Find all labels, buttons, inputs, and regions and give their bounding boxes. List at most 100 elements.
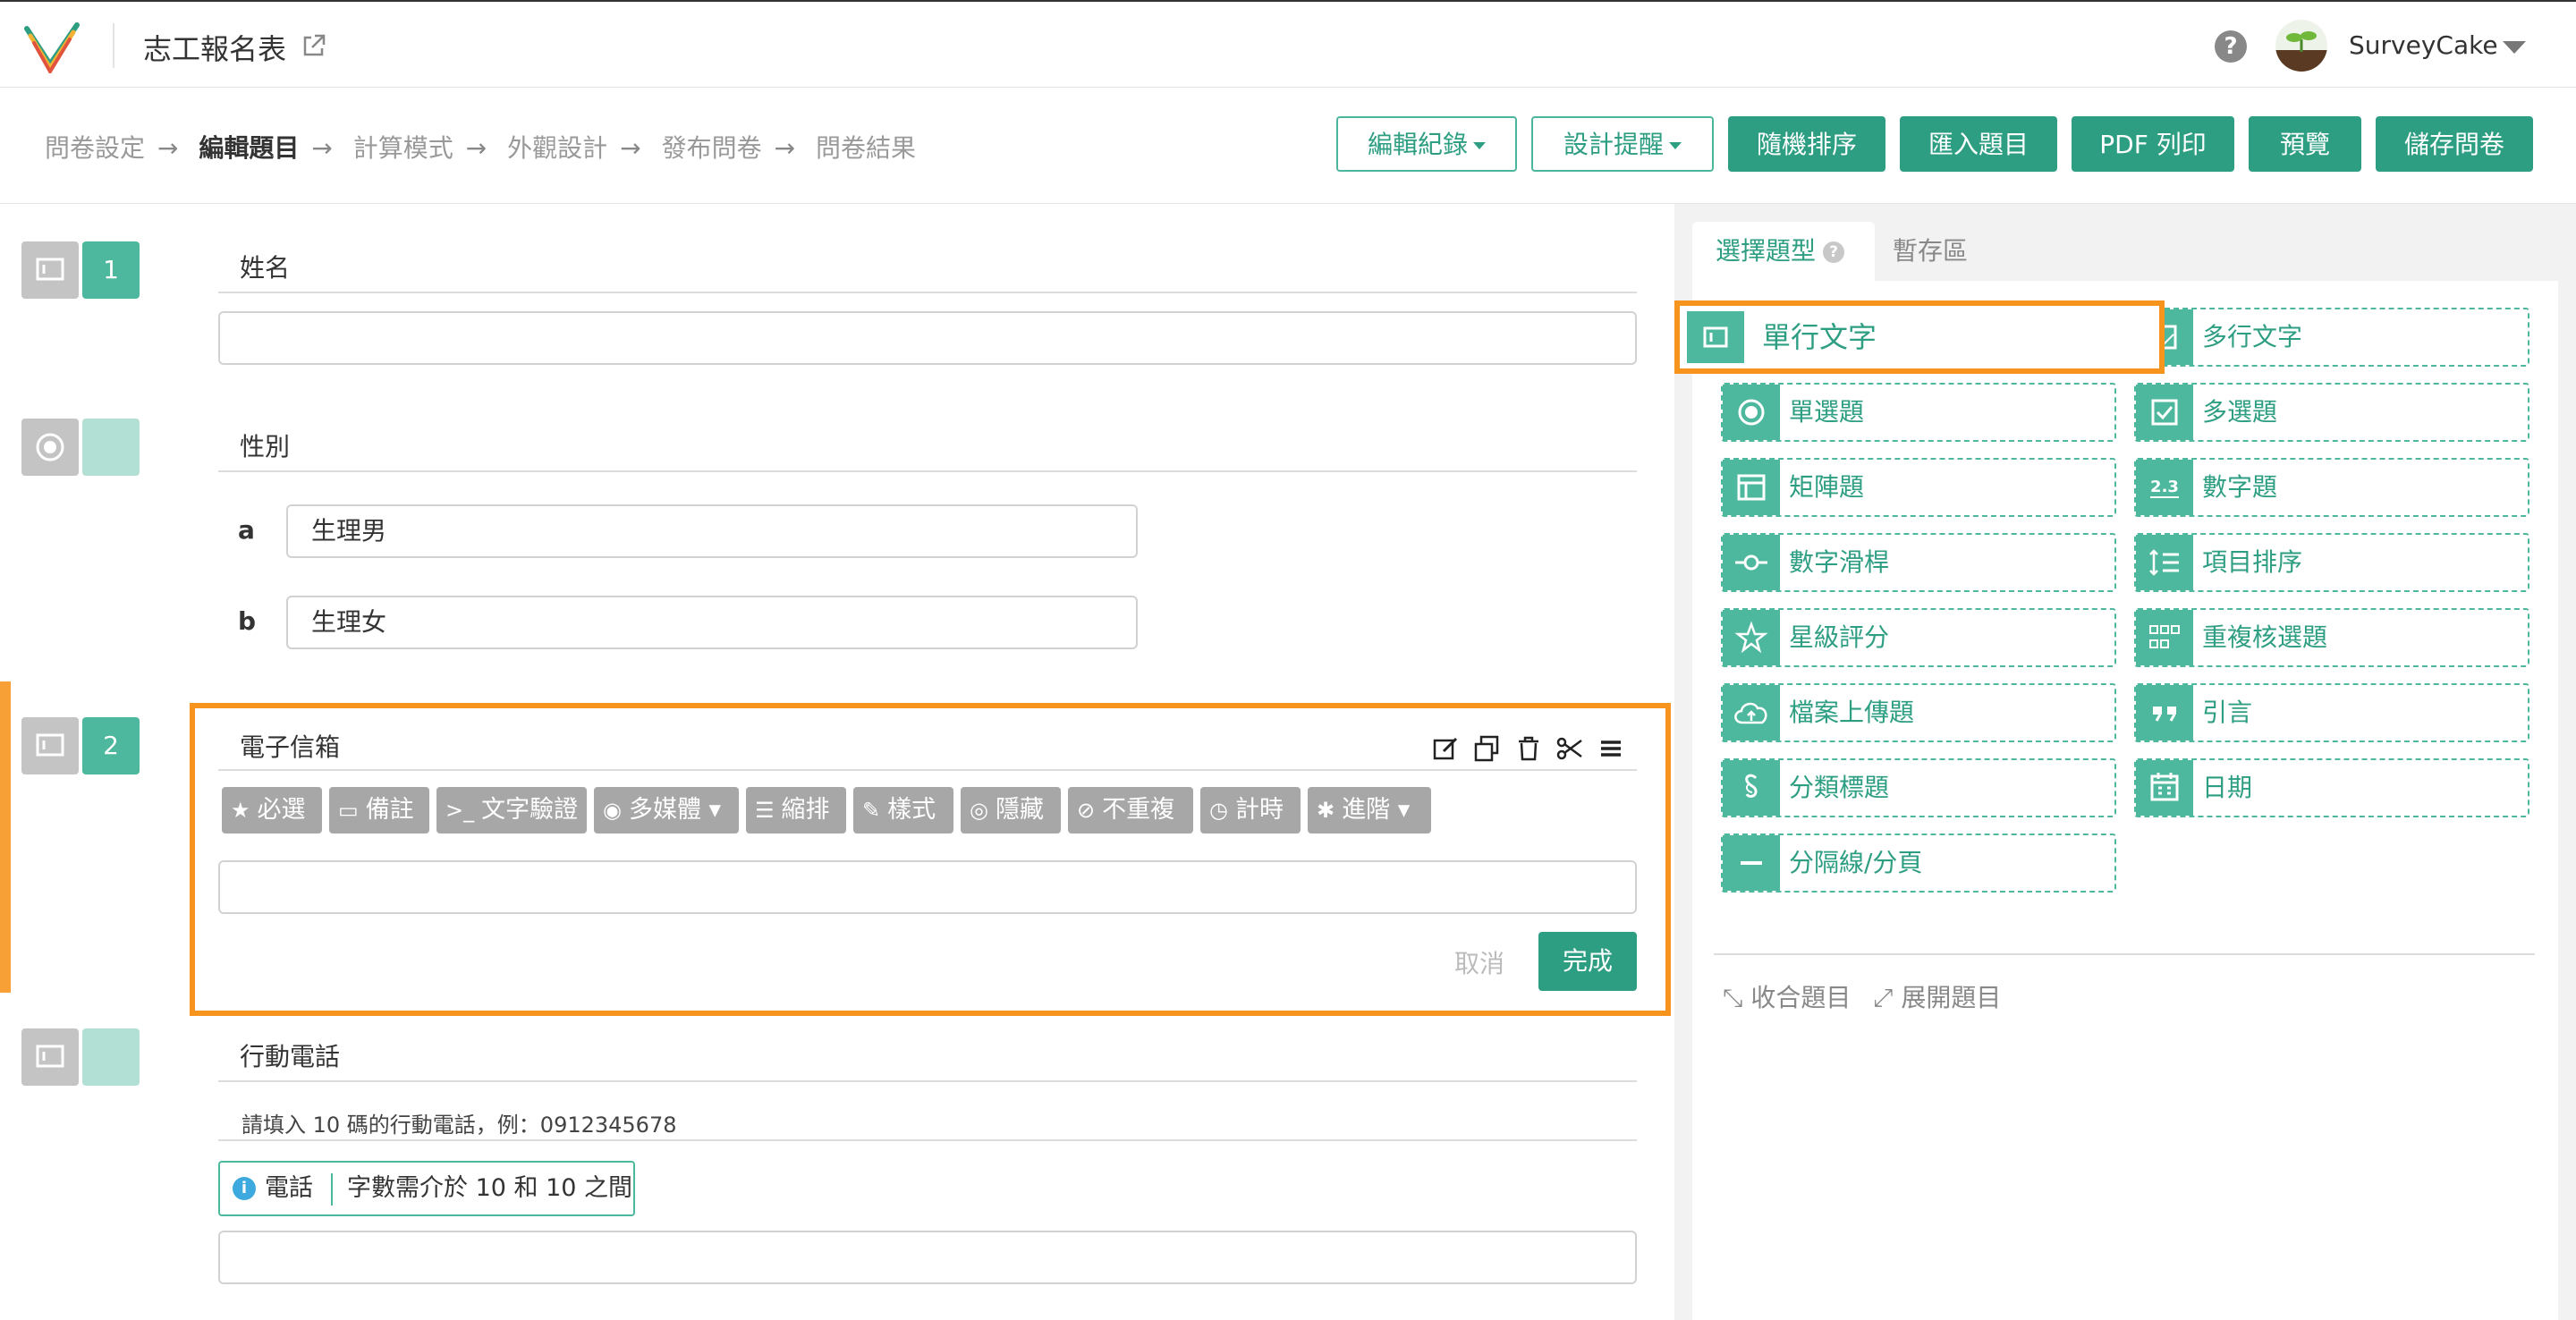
divider	[218, 470, 1637, 472]
answer-input[interactable]	[218, 311, 1637, 365]
text-line-icon	[21, 717, 79, 774]
pdf-print-button[interactable]: PDF 列印	[2072, 116, 2234, 172]
indent-icon: ☰	[755, 798, 775, 823]
text-validation-chip[interactable]: >_ 文字驗證	[436, 787, 587, 833]
type-single-choice[interactable]: 單選題	[1721, 383, 2116, 442]
type-number[interactable]: 2.3 數字題	[2134, 458, 2529, 517]
advanced-chip[interactable]: ✱ 進階 ▾	[1308, 787, 1431, 833]
expand-questions-button[interactable]: ⤢ 展開題目	[1873, 978, 2001, 1014]
edit-log-label: 編輯紀錄	[1367, 130, 1468, 159]
sub-toolbar: 問卷設定 → 編輯題目 → 計算模式 → 外觀設計 → 發布問卷 → 問卷結果 編輯紀錄 …	[0, 88, 2576, 204]
question-title[interactable]: 姓名	[240, 249, 290, 284]
external-link-icon[interactable]	[301, 32, 327, 59]
divider	[218, 292, 1637, 293]
type-multi-line-text[interactable]: 多行文字	[2134, 308, 2529, 367]
scissors-icon[interactable]	[1555, 733, 1585, 764]
question-title[interactable]: 性別	[240, 427, 290, 463]
no-duplicate-chip[interactable]: ⊘ 不重複	[1068, 787, 1193, 833]
type-single-line-text[interactable]: 單行文字	[1674, 300, 2165, 374]
timer-chip[interactable]: ◷ 計時	[1200, 787, 1301, 833]
chevron-down-icon[interactable]	[2503, 41, 2526, 54]
style-chip[interactable]: ✎ 樣式	[853, 787, 953, 833]
type-file-upload[interactable]: 檔案上傳題	[1721, 683, 2116, 742]
form-title[interactable]: 志工報名表	[143, 27, 286, 68]
question-title[interactable]: 電子信箱	[240, 728, 340, 764]
edit-icon[interactable]	[1431, 733, 1462, 764]
caret-down-icon: ▾	[1390, 796, 1411, 824]
expand-icon: ⤢	[1873, 983, 1902, 1012]
menu-icon[interactable]	[1596, 733, 1626, 764]
cloud-upload-icon	[1723, 685, 1780, 740]
random-order-button[interactable]: 隨機排序	[1728, 116, 1885, 172]
import-questions-button[interactable]: 匯入題目	[1900, 116, 2057, 172]
validation-type: 電話	[265, 1174, 313, 1202]
type-section-title[interactable]: 分類標題	[1721, 758, 2116, 817]
question-number[interactable]	[82, 1028, 140, 1086]
clock-icon: ◷	[1209, 798, 1228, 823]
type-multi-choice[interactable]: 多選題	[2134, 383, 2529, 442]
copy-icon[interactable]	[1472, 733, 1503, 764]
hide-chip[interactable]: ◎ 隱藏	[961, 787, 1061, 833]
crumb-calc-mode[interactable]: 計算模式	[353, 133, 453, 163]
note-chip[interactable]: ▭ 備註	[329, 787, 429, 833]
crumb-results[interactable]: 問卷結果	[816, 133, 916, 163]
trash-icon[interactable]	[1513, 733, 1544, 764]
header-divider	[113, 23, 114, 68]
username[interactable]: SurveyCake	[2349, 30, 2498, 60]
tab-question-types[interactable]: 選擇題型?	[1692, 222, 1875, 281]
type-matrix[interactable]: 矩陣題	[1721, 458, 2116, 517]
indent-chip[interactable]: ☰ 縮排	[746, 787, 846, 833]
required-chip[interactable]: ★ 必選	[222, 787, 322, 833]
type-repeat-check[interactable]: 重複核選題	[2134, 608, 2529, 667]
top-bar: 志工報名表 ? SurveyCake	[0, 0, 2576, 88]
help-icon[interactable]: ?	[2215, 30, 2247, 63]
arrow-right-icon: →	[311, 133, 333, 163]
crumb-appearance[interactable]: 外觀設計	[507, 133, 607, 163]
type-ranking[interactable]: 項目排序	[2134, 533, 2529, 592]
crumb-survey-settings[interactable]: 問卷設定	[45, 133, 145, 163]
divider-icon	[1723, 835, 1780, 891]
validation-badge[interactable]: i 電話 字數需介於 10 和 10 之間	[218, 1161, 635, 1216]
option-input[interactable]: 生理男	[286, 504, 1138, 558]
answer-input[interactable]	[218, 1231, 1637, 1284]
multimedia-chip[interactable]: ◉ 多媒體 ▾	[594, 787, 739, 833]
answer-input[interactable]	[218, 860, 1637, 914]
caret-down-icon: ▾	[700, 796, 722, 824]
save-survey-button[interactable]: 儲存問卷	[2376, 116, 2533, 172]
panel-divider	[1714, 953, 2535, 955]
section-icon	[1723, 760, 1780, 816]
quote-icon	[2136, 685, 2193, 740]
crumb-edit-questions[interactable]: 編輯題目	[199, 133, 299, 163]
type-quote[interactable]: 引言	[2134, 683, 2529, 742]
arrow-right-icon: →	[465, 133, 487, 163]
collapse-questions-button[interactable]: ⤡ 收合題目	[1723, 978, 1851, 1014]
help-icon[interactable]: ?	[1823, 241, 1845, 263]
question-title[interactable]: 行動電話	[240, 1037, 340, 1073]
avatar[interactable]	[2275, 20, 2327, 72]
type-date[interactable]: 日期	[2134, 758, 2529, 817]
cancel-button[interactable]: 取消	[1454, 944, 1504, 980]
divider	[218, 1139, 1637, 1141]
caret-down-icon	[1473, 142, 1486, 149]
type-divider-page[interactable]: 分隔線/分頁	[1721, 833, 2116, 893]
question-number[interactable]	[82, 419, 140, 476]
surveycake-logo[interactable]	[23, 20, 80, 73]
edit-log-button[interactable]: 編輯紀錄	[1336, 116, 1517, 172]
done-button[interactable]: 完成	[1538, 932, 1637, 991]
question-number[interactable]: 2	[82, 717, 140, 774]
comment-icon: ▭	[338, 798, 359, 823]
option-input[interactable]: 生理女	[286, 596, 1138, 649]
arrow-right-icon: →	[774, 133, 796, 163]
brush-icon: ✎	[862, 798, 881, 823]
design-tips-button[interactable]: 設計提醒	[1531, 116, 1714, 172]
type-star-rating[interactable]: 星級評分	[1721, 608, 2116, 667]
preview-button[interactable]: 預覽	[2249, 116, 2361, 172]
type-number-slider[interactable]: 數字滑桿	[1721, 533, 2116, 592]
question-number[interactable]: 1	[82, 241, 140, 299]
radio-icon	[21, 419, 79, 476]
camera-icon: ◉	[603, 798, 622, 823]
text-line-icon	[21, 1028, 79, 1086]
crumb-publish[interactable]: 發布問卷	[662, 133, 762, 163]
question-note[interactable]: 請填入 10 碼的行動電話，例：0912345678	[242, 1107, 677, 1138]
tab-drafts[interactable]: 暫存區	[1893, 222, 1968, 281]
